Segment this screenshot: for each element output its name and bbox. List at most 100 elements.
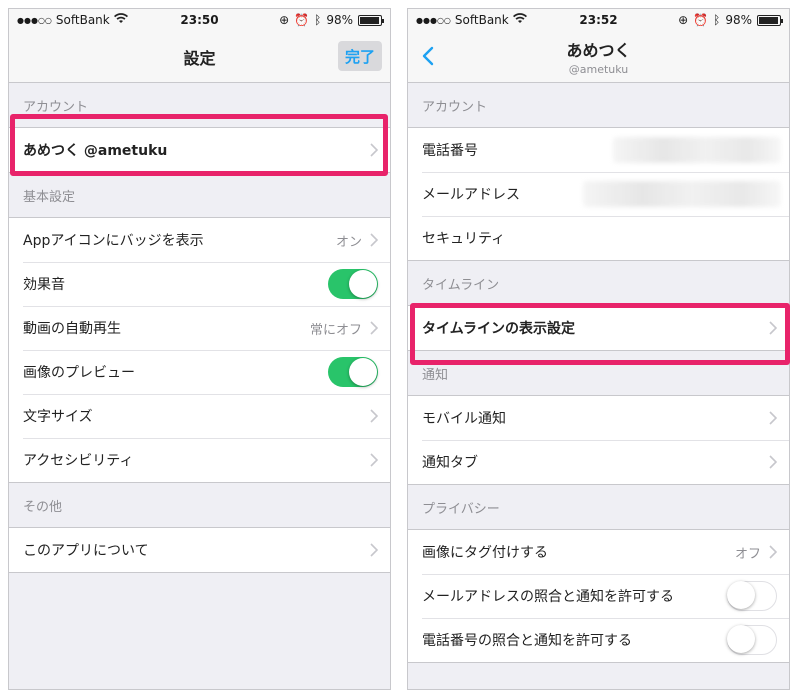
redacted-value <box>583 181 781 207</box>
wifi-icon <box>512 13 527 27</box>
timeline-display-row[interactable]: タイムラインの表示設定 <box>408 306 789 350</box>
row-value: オフ <box>734 546 761 562</box>
carrier-name: SoftBank <box>55 13 110 27</box>
row-value: オン <box>335 234 362 250</box>
chevron-right-icon <box>370 233 378 247</box>
notifications-group: モバイル通知 通知タブ <box>408 395 789 485</box>
chevron-right-icon <box>370 409 378 423</box>
row-label: 画像にタグ付けする <box>422 545 548 561</box>
timeline-group: タイムラインの表示設定 <box>408 305 789 351</box>
video-autoplay-row[interactable]: 動画の自動再生 常にオフ <box>9 306 390 350</box>
row-label: Appアイコンにバッジを表示 <box>23 233 204 249</box>
battery-icon <box>757 14 783 26</box>
toggle-knob <box>727 581 755 609</box>
toggle-knob <box>349 358 377 386</box>
phone-discoverability-toggle[interactable] <box>727 625 777 655</box>
chevron-right-icon <box>370 453 378 467</box>
row-label: セキュリティ <box>422 231 506 247</box>
signal-icon: ●●●○○ <box>17 15 52 25</box>
section-header-notifications: 通知 <box>422 367 449 383</box>
row-label: 効果音 <box>23 277 65 293</box>
email-discoverability-toggle[interactable] <box>727 581 777 611</box>
privacy-group: 画像にタグ付けする オフ メールアドレスの照合と通知を許可する 電話番号の照合と… <box>408 529 789 663</box>
bluetooth-icon: ᛒ <box>314 13 322 27</box>
done-button[interactable]: 完了 <box>338 41 382 71</box>
chevron-right-icon <box>370 543 378 557</box>
row-label: 動画の自動再生 <box>23 321 121 337</box>
phone-discoverability-row: 電話番号の照合と通知を許可する <box>408 618 789 662</box>
status-bar: ●●●○○ SoftBank 23:50 ⊕ ⏰ ᛒ 98% <box>9 9 390 31</box>
redacted-value <box>613 137 781 163</box>
email-discoverability-row: メールアドレスの照合と通知を許可する <box>408 574 789 618</box>
battery-percent: 98% <box>725 13 752 27</box>
page-title: 設定 <box>183 48 216 68</box>
back-chevron-icon <box>422 46 434 66</box>
row-label: タイムラインの表示設定 <box>422 321 576 337</box>
page-title: あめつく <box>566 41 631 60</box>
phone-number-row[interactable]: 電話番号 <box>408 128 789 172</box>
photo-tagging-row[interactable]: 画像にタグ付けする オフ <box>408 530 789 574</box>
image-preview-toggle[interactable] <box>328 357 378 387</box>
chevron-right-icon <box>769 455 777 469</box>
account-group: 電話番号 メールアドレス セキュリティ <box>408 127 789 261</box>
toggle-knob <box>727 625 755 653</box>
section-header-account: アカウント <box>23 99 89 115</box>
signal-icon: ●●●○○ <box>416 15 451 25</box>
nav-title-block: あめつく @ametuku <box>566 37 630 76</box>
chevron-right-icon <box>769 321 777 335</box>
account-settings-list: アカウント 電話番号 メールアドレス セキュリティ タイムライン タイムラインの… <box>408 83 789 689</box>
row-label: 電話番号の照合と通知を許可する <box>422 633 632 649</box>
settings-list: アカウント あめつく @ametuku 基本設定 Appアイコンにバッジを表示 … <box>9 83 390 689</box>
row-label: あめつく @ametuku <box>23 143 168 159</box>
row-value: 常にオフ <box>309 322 362 338</box>
battery-icon <box>358 14 384 26</box>
section-header-account: アカウント <box>422 99 488 115</box>
battery-percent: 98% <box>326 13 353 27</box>
row-label: モバイル通知 <box>422 411 506 427</box>
section-header-general: 基本設定 <box>23 189 76 205</box>
alarm-icon: ⏰ <box>294 13 310 27</box>
email-row[interactable]: メールアドレス <box>408 172 789 216</box>
status-bar: ●●●○○ SoftBank 23:52 ⊕ ⏰ ᛒ 98% <box>408 9 789 31</box>
chevron-right-icon <box>769 411 777 425</box>
lock-rotation-icon: ⊕ <box>279 13 290 27</box>
carrier-name: SoftBank <box>454 13 509 27</box>
sound-effects-row: 効果音 <box>9 262 390 306</box>
section-header-timeline: タイムライン <box>422 277 500 293</box>
alarm-icon: ⏰ <box>693 13 709 27</box>
bluetooth-icon: ᛒ <box>713 13 721 27</box>
section-header-privacy: プライバシー <box>422 501 500 517</box>
row-label: このアプリについて <box>23 543 149 559</box>
lock-rotation-icon: ⊕ <box>678 13 689 27</box>
accessibility-row[interactable]: アクセシビリティ <box>9 438 390 482</box>
row-label: 文字サイズ <box>23 409 93 425</box>
row-label: 画像のプレビュー <box>23 365 135 381</box>
settings-screen: ●●●○○ SoftBank 23:50 ⊕ ⏰ ᛒ 98% 設定 完了 アカウ… <box>8 8 391 690</box>
image-preview-row: 画像のプレビュー <box>9 350 390 394</box>
notifications-tab-row[interactable]: 通知タブ <box>408 440 789 484</box>
row-label: メールアドレスの照合と通知を許可する <box>422 589 674 605</box>
nav-bar: あめつく @ametuku <box>408 31 789 83</box>
back-button[interactable] <box>418 43 438 69</box>
chevron-right-icon <box>370 143 378 157</box>
mobile-notifications-row[interactable]: モバイル通知 <box>408 396 789 440</box>
page-subtitle: @ametuku <box>568 63 629 76</box>
sound-effects-toggle[interactable] <box>328 269 378 299</box>
toggle-knob <box>349 270 377 298</box>
chevron-right-icon <box>370 321 378 335</box>
row-label: アクセシビリティ <box>23 453 134 469</box>
badge-row[interactable]: Appアイコンにバッジを表示 オン <box>9 218 390 262</box>
about-row[interactable]: このアプリについて <box>9 528 390 572</box>
general-group: Appアイコンにバッジを表示 オン 効果音 動画の自動再生 常にオフ 画像のプレ… <box>9 217 390 483</box>
account-group: あめつく @ametuku <box>9 127 390 173</box>
other-group: このアプリについて <box>9 527 390 573</box>
row-label: 通知タブ <box>422 455 478 471</box>
wifi-icon <box>113 13 128 27</box>
account-row[interactable]: あめつく @ametuku <box>9 128 390 172</box>
account-settings-screen: ●●●○○ SoftBank 23:52 ⊕ ⏰ ᛒ 98% あめつく @ame… <box>407 8 790 690</box>
security-row[interactable]: セキュリティ <box>408 216 789 260</box>
chevron-right-icon <box>769 545 777 559</box>
font-size-row[interactable]: 文字サイズ <box>9 394 390 438</box>
section-header-other: その他 <box>23 499 63 515</box>
nav-bar: 設定 完了 <box>9 31 390 83</box>
